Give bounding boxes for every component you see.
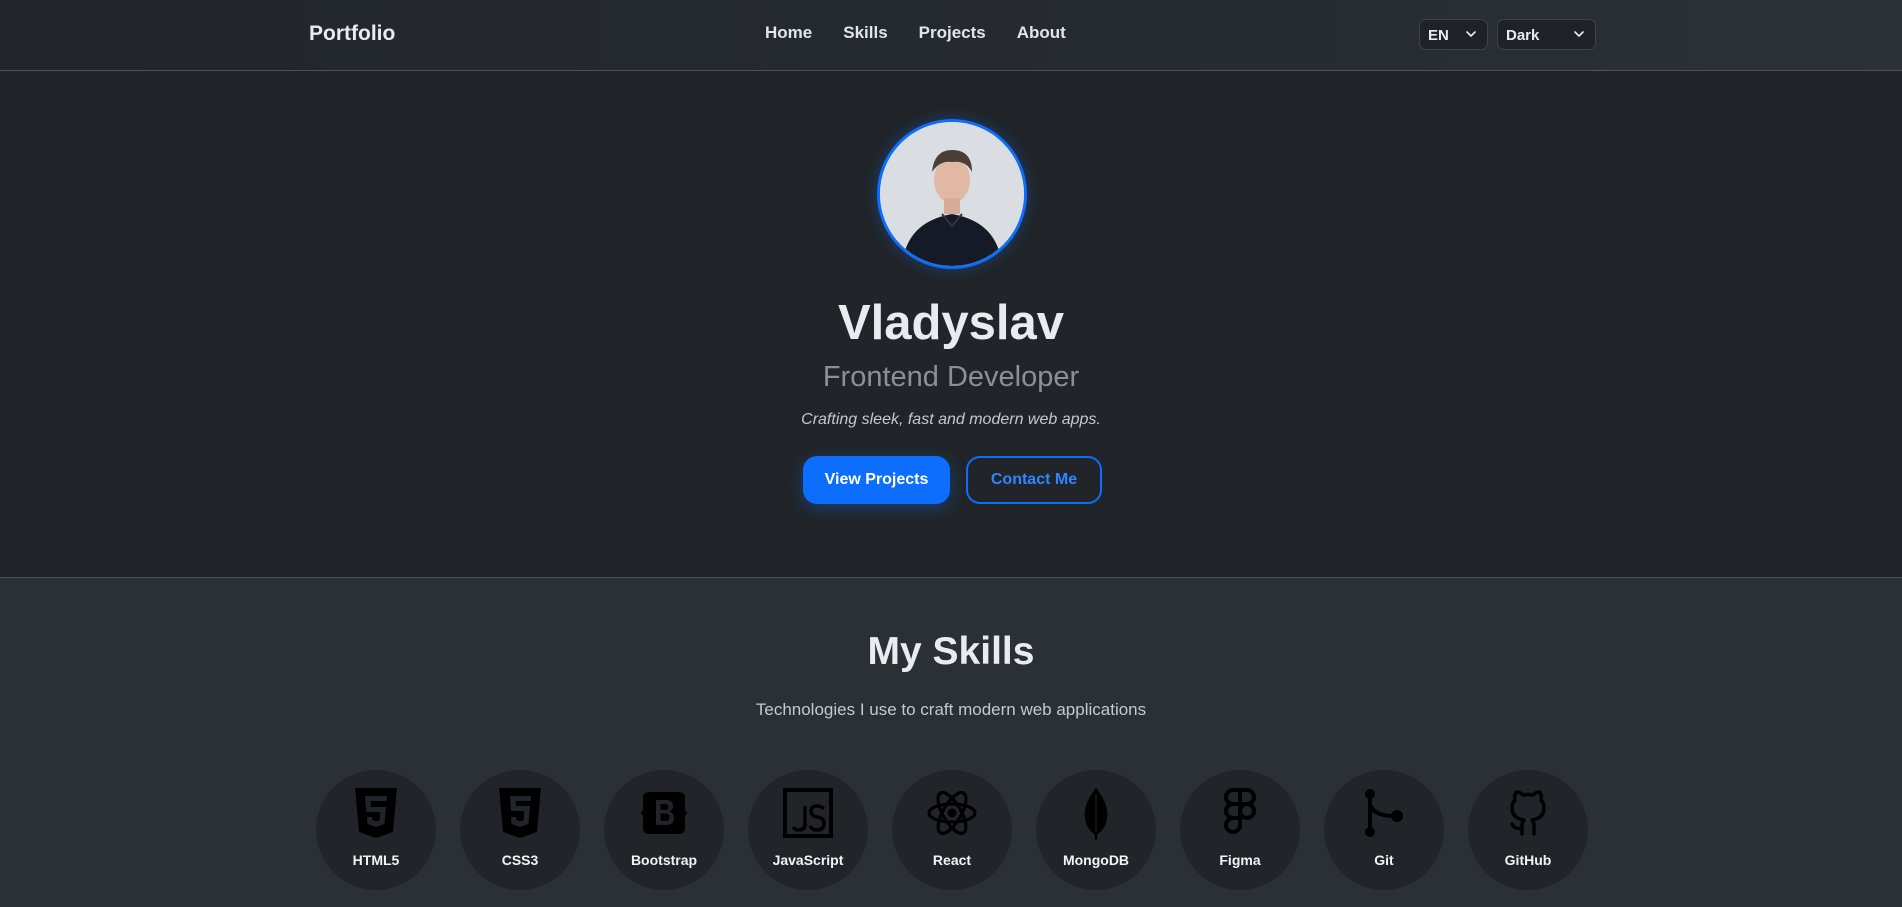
hero-tagline: Crafting sleek, fast and modern web apps…: [801, 411, 1101, 428]
figma-icon: [1224, 788, 1256, 834]
skills-title: My Skills: [867, 630, 1035, 673]
nav-links: Home Skills Projects About: [765, 23, 1066, 43]
skill-card-figma: Figma: [1180, 770, 1300, 890]
skill-label: MongoDB: [1062, 852, 1130, 868]
skill-label: JavaScript: [772, 852, 844, 868]
view-projects-button[interactable]: View Projects: [803, 456, 950, 504]
nav-link-projects[interactable]: Projects: [919, 23, 986, 43]
contact-me-button[interactable]: Contact Me: [966, 456, 1102, 504]
skill-label: React: [932, 852, 972, 868]
skills-section: My Skills Technologies I use to craft mo…: [0, 578, 1902, 907]
bootstrap-icon: [640, 792, 688, 834]
javascript-icon: [783, 788, 833, 838]
skill-card-github: GitHub: [1468, 770, 1588, 890]
skill-label: GitHub: [1504, 852, 1552, 868]
brand-logo[interactable]: Portfolio: [309, 22, 395, 46]
skill-label: CSS3: [501, 852, 539, 868]
skill-card-mongodb: MongoDB: [1036, 770, 1156, 890]
skill-card-html5: HTML5: [316, 770, 436, 890]
skill-card-css3: CSS3: [460, 770, 580, 890]
hero-section: Vladyslav Frontend Developer Crafting sl…: [0, 71, 1902, 578]
nav-link-skills[interactable]: Skills: [843, 23, 887, 43]
skill-label: HTML5: [352, 852, 400, 868]
chevron-down-icon: [1572, 27, 1586, 45]
chevron-down-icon: [1464, 27, 1478, 45]
nav-link-about[interactable]: About: [1017, 23, 1066, 43]
nav-link-home[interactable]: Home: [765, 23, 812, 43]
mongodb-icon: [1084, 788, 1108, 840]
hero-role: Frontend Developer: [822, 361, 1080, 393]
hero-name: Vladyslav: [837, 296, 1065, 350]
skill-label: Git: [1374, 852, 1394, 868]
skills-subtitle: Technologies I use to craft modern web a…: [755, 700, 1147, 719]
language-select[interactable]: EN: [1419, 19, 1488, 50]
skill-card-javascript: JavaScript: [748, 770, 868, 890]
navbar: Portfolio Home Skills Projects About EN …: [0, 0, 1902, 71]
skill-card-bootstrap: Bootstrap: [604, 770, 724, 890]
skill-card-react: React: [892, 770, 1012, 890]
github-icon: [1510, 790, 1546, 836]
git-icon: [1365, 789, 1403, 837]
theme-select-value: Dark: [1506, 27, 1540, 44]
language-select-value: EN: [1428, 27, 1449, 44]
html5-icon: [355, 788, 397, 838]
skill-label: Figma: [1219, 852, 1261, 868]
theme-select[interactable]: Dark: [1497, 19, 1596, 50]
skill-card-git: Git: [1324, 770, 1444, 890]
skill-label: Bootstrap: [630, 852, 698, 868]
react-icon: [927, 790, 977, 836]
avatar: [877, 119, 1027, 269]
css3-icon: [499, 788, 541, 838]
